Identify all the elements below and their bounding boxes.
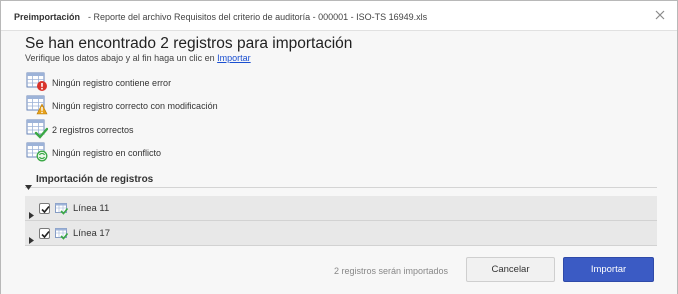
dialog-titlebar: Preimportación - Reporte del archivo Req… [1,1,677,31]
record-list: Línea 11 Línea 17 [25,196,657,246]
table-check-icon [55,227,69,240]
preimport-dialog: Preimportación - Reporte del archivo Req… [0,0,678,294]
status-modified: Ningún registro correcto con modificació… [26,95,426,115]
list-item[interactable]: Línea 11 [25,196,657,221]
table-error-icon [26,72,48,92]
caret-down-icon[interactable] [25,177,32,190]
section-title: Importación de registros [36,174,154,185]
table-check-icon [55,202,69,215]
cancel-button[interactable]: Cancelar [466,257,555,282]
import-count-note: 2 registros serán importados [334,266,449,276]
table-conflict-icon [26,142,48,162]
status-correct: 2 registros correctos [26,119,426,139]
table-check-icon [26,119,49,139]
dialog-title: Preimportación [14,12,81,22]
row-checkbox[interactable] [39,228,50,239]
row-checkbox[interactable] [39,203,50,214]
dialog-content: Se han encontrado 2 registros para impor… [1,32,677,294]
table-warning-icon [26,95,48,115]
status-text: Ningún registro contiene error [52,78,172,88]
instructions: Verifique los datos abajo y al fin haga … [25,53,251,63]
status-text: 2 registros correctos [52,125,134,135]
status-text: Ningún registro correcto con modificació… [52,101,218,111]
row-label: Línea 11 [73,203,110,214]
import-link[interactable]: Importar [217,53,251,63]
import-section-header[interactable]: Importación de registros [25,174,657,190]
status-errors: Ningún registro contiene error [26,72,426,92]
close-icon[interactable] [653,8,667,22]
instructions-text: Verifique los datos abajo y al fin haga … [25,53,215,63]
page-title: Se han encontrado 2 registros para impor… [25,35,353,52]
list-item[interactable]: Línea 17 [25,221,657,246]
import-button[interactable]: Importar [563,257,654,282]
caret-right-icon[interactable] [29,206,34,219]
row-label: Línea 17 [73,228,110,239]
dialog-title-detail: - Reporte del archivo Requisitos del cri… [88,12,428,22]
status-conflict: Ningún registro en conflicto [26,142,426,162]
caret-right-icon[interactable] [29,231,34,244]
status-text: Ningún registro en conflicto [52,148,162,158]
